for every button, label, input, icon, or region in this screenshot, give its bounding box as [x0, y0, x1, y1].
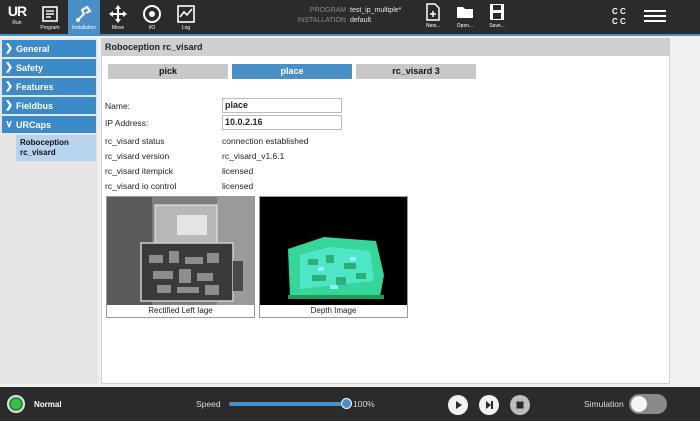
- toggle-knob: [631, 396, 647, 412]
- page-title: Roboception rc_visard: [102, 39, 669, 56]
- io-control-value: licensed: [222, 181, 254, 191]
- chevron-right-icon: ❯: [4, 81, 14, 92]
- sidebar-item-general[interactable]: ❯ General: [2, 40, 96, 57]
- stop-icon: [511, 396, 529, 414]
- cc-indicator: C C C C: [612, 7, 626, 27]
- depth-image: [260, 197, 407, 305]
- move-tab-label: Move: [111, 25, 125, 31]
- sidebar-item-label: General: [16, 43, 50, 54]
- subitem-label-line1: Roboception: [20, 138, 69, 147]
- program-key: PROGRAM: [309, 7, 346, 14]
- main-panel: Roboception rc_visard pick place rc_visa…: [101, 38, 670, 384]
- new-button[interactable]: New...: [418, 3, 448, 29]
- sidebar-subitem-roboception[interactable]: Roboception rc_visard: [16, 135, 96, 161]
- version-label: rc_visard version: [105, 151, 170, 161]
- ip-address-label: IP Address:: [105, 118, 149, 128]
- play-icon: [449, 396, 467, 414]
- ip-address-field[interactable]: 10.0.2.16: [222, 115, 342, 130]
- play-button[interactable]: [448, 395, 468, 415]
- sidebar-item-safety[interactable]: ❯ Safety: [2, 59, 96, 76]
- bottom-bar: Normal Speed 100% Simulation: [0, 387, 700, 421]
- installation-tab[interactable]: Installation: [68, 0, 100, 34]
- step-icon: [480, 396, 498, 414]
- move-tab[interactable]: Move: [102, 0, 134, 34]
- move-icon: [108, 4, 128, 24]
- depth-image-caption: Depth Image: [310, 306, 357, 315]
- cc-line-1: C C: [612, 7, 626, 16]
- depth-image-panel: Depth Image: [259, 196, 408, 318]
- new-label: New...: [426, 23, 440, 29]
- new-file-icon: [426, 3, 440, 21]
- robot-status-icon[interactable]: [7, 395, 25, 413]
- installation-icon: [74, 4, 94, 24]
- sidebar: ❯ General ❯ Safety ❯ Features ❯ Fieldbus…: [0, 38, 98, 384]
- name-label: Name:: [105, 101, 131, 111]
- stop-button[interactable]: [510, 395, 530, 415]
- io-icon: [142, 4, 162, 24]
- chevron-right-icon: ❯: [4, 43, 14, 54]
- left-image-caption: Rectified Left Iage: [148, 306, 213, 315]
- open-label: Open...: [456, 23, 474, 29]
- hamburger-menu-icon[interactable]: [644, 7, 666, 27]
- sidebar-item-fieldbus[interactable]: ❯ Fieldbus: [2, 97, 96, 114]
- io-tab[interactable]: I/O: [136, 0, 168, 34]
- io-tab-label: I/O: [148, 25, 156, 31]
- installation-tab-label: Installation: [72, 25, 96, 31]
- tab-rc-visard-3[interactable]: rc_visard 3: [356, 64, 476, 79]
- chevron-right-icon: ❯: [4, 62, 14, 73]
- cc-line-2: C C: [612, 17, 626, 26]
- speed-slider-handle[interactable]: [341, 398, 352, 409]
- subitem-label-line2: rc_visard: [20, 148, 56, 157]
- program-name: test_ip_multiple*: [350, 7, 402, 14]
- installation-key: INSTALLATION: [297, 17, 346, 24]
- version-value: rc_visard_v1.6.1: [222, 151, 285, 161]
- run-label: Run: [12, 20, 22, 26]
- log-tab-label: Log: [181, 25, 191, 31]
- status-label: rc_visard status: [105, 136, 165, 146]
- open-folder-icon: [457, 7, 473, 18]
- program-tab-label: Program: [40, 25, 60, 31]
- sidebar-item-label: Safety: [16, 62, 44, 73]
- save-label: Save...: [489, 23, 505, 29]
- simulation-toggle[interactable]: [629, 394, 667, 414]
- step-button[interactable]: [479, 395, 499, 415]
- open-button[interactable]: Open...: [450, 3, 480, 29]
- program-icon: [40, 4, 60, 24]
- status-value: connection established: [222, 136, 309, 146]
- installation-name: default: [350, 17, 372, 24]
- itempick-value: licensed: [222, 166, 254, 176]
- tab-place[interactable]: place: [232, 64, 352, 79]
- sidebar-item-features[interactable]: ❯ Features: [2, 78, 96, 95]
- sidebar-item-label: URCaps: [16, 119, 52, 130]
- itempick-label: rc_visard itempick: [105, 166, 174, 176]
- program-info: PROGRAM test_ip_multiple* INSTALLATION def…: [296, 6, 401, 26]
- speed-label: Speed: [196, 399, 221, 409]
- sidebar-item-label: Features: [16, 81, 54, 92]
- simulation-label: Simulation: [584, 399, 624, 409]
- top-bar: UR Run Program Installation Move I/O Log…: [0, 0, 700, 34]
- sidebar-item-label: Fieldbus: [16, 100, 54, 111]
- log-tab[interactable]: Log: [170, 0, 202, 34]
- io-control-label: rc_visard io control: [105, 181, 177, 191]
- header-accent-line: [0, 34, 700, 36]
- save-button[interactable]: Save...: [482, 3, 512, 29]
- chevron-right-icon: ❯: [4, 100, 14, 111]
- chevron-down-icon: ∨: [5, 119, 13, 130]
- rectified-left-image: [107, 197, 254, 305]
- rectified-left-image-panel: Rectified Left Iage: [106, 196, 255, 318]
- run-button[interactable]: UR Run: [4, 0, 30, 34]
- save-icon: [490, 4, 504, 20]
- speed-value: 100%: [353, 399, 375, 409]
- tab-pick[interactable]: pick: [108, 64, 228, 79]
- speed-slider-track[interactable]: [229, 402, 347, 406]
- name-field[interactable]: place: [222, 98, 342, 113]
- sidebar-item-urcaps[interactable]: ∨ URCaps: [2, 116, 96, 133]
- log-icon: [176, 4, 196, 24]
- robot-status-label: Normal: [34, 400, 62, 409]
- program-tab[interactable]: Program: [34, 0, 66, 34]
- ur-logo-icon: UR: [7, 3, 27, 19]
